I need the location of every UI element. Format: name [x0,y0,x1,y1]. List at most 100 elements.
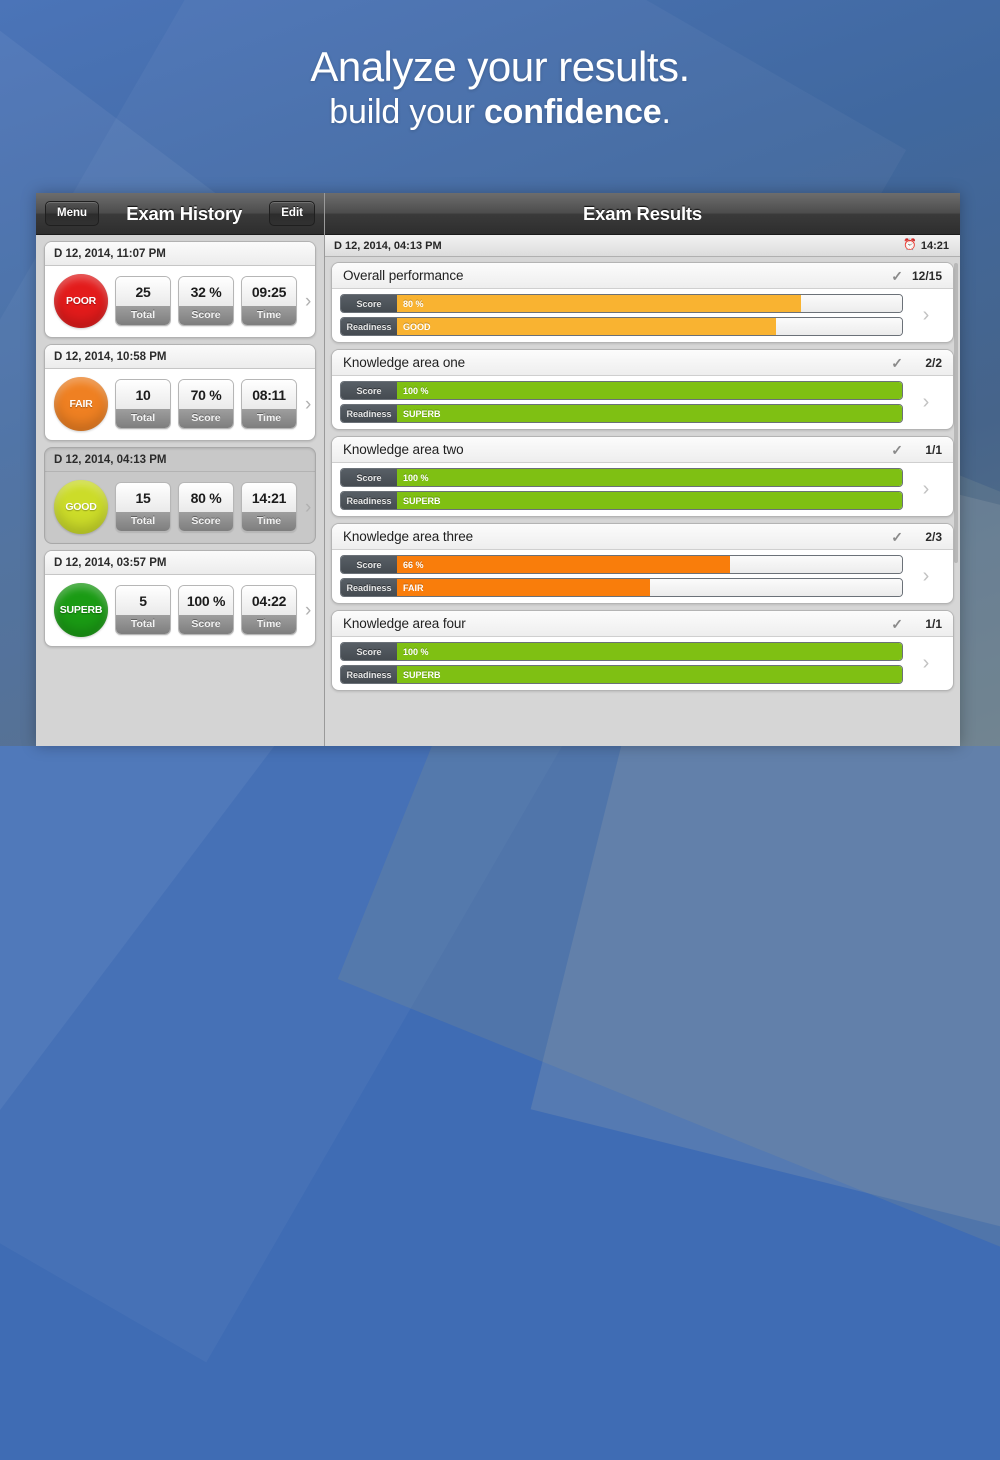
bar-label-score: Score [341,295,397,312]
exam-history-title: Exam History [126,202,243,224]
history-item[interactable]: D 12, 2014, 10:58 PM FAIR 10 Total 70 % Score… [44,344,316,441]
headline-line-2-end: . [661,93,671,132]
result-card[interactable]: Knowledge area three ✓ 2/3 Score 66 % Readine… [331,523,954,604]
chevron-right-icon[interactable]: › [903,653,949,673]
menu-button[interactable]: Menu [45,201,100,226]
stat-value-score: 80 % [179,483,233,512]
result-card-bars: Score 100 % Readiness SUPERB [340,642,903,684]
bar-readiness: Readiness FAIR [340,578,903,597]
result-card-header: Overall performance ✓ 12/15 [332,263,953,289]
bar-fill-score: 80 % [397,295,801,312]
bar-track-readiness: FAIR [397,579,902,596]
result-card-body: Score 100 % Readiness SUPERB › [332,463,953,516]
stat-box-total: 15 Total [115,482,171,532]
exam-history-list[interactable]: D 12, 2014, 11:07 PM POOR 25 Total 32 % Score… [36,235,324,746]
bar-value-readiness: SUPERB [403,495,441,506]
stat-box-total: 10 Total [115,379,171,429]
exam-results-title: Exam Results [583,202,702,224]
stat-label-total: Total [116,409,170,428]
bar-readiness: Readiness SUPERB [340,491,903,510]
check-icon: ✓ [891,267,903,284]
stat-value-time: 04:22 [242,586,296,615]
result-card-title: Knowledge area three [343,529,474,544]
result-card-count: 2/3 [925,529,942,544]
bar-label-readiness: Readiness [341,579,397,596]
bar-value-score: 100 % [403,385,429,396]
chevron-right-icon[interactable]: › [305,395,311,414]
bar-track-score: 66 % [397,556,902,573]
history-item-date: D 12, 2014, 03:57 PM [45,551,315,575]
result-card-bars: Score 66 % Readiness FAIR [340,555,903,597]
result-card[interactable]: Knowledge area two ✓ 1/1 Score 100 % Readines… [331,436,954,517]
history-item[interactable]: D 12, 2014, 03:57 PM SUPERB 5 Total 100 % Sco… [44,550,316,647]
bar-track-readiness: GOOD [397,318,902,335]
stat-label-total: Total [116,512,170,531]
stat-label-time: Time [242,306,296,325]
bar-label-score: Score [341,382,397,399]
grade-badge: FAIR [54,377,108,431]
bar-fill-readiness: SUPERB [397,405,902,422]
exam-results-list[interactable]: Overall performance ✓ 12/15 Score 80 % Readin… [325,257,960,746]
chevron-right-icon[interactable]: › [903,305,949,325]
stat-box-total: 5 Total [115,585,171,635]
result-card-bars: Score 80 % Readiness GOOD [340,294,903,336]
history-item-date: D 12, 2014, 11:07 PM [45,242,315,266]
bar-track-score: 80 % [397,295,902,312]
stat-box-time: 09:25 Time [241,276,297,326]
bar-fill-readiness: GOOD [397,318,776,335]
result-card-title: Knowledge area one [343,355,466,370]
stat-value-time: 09:25 [242,277,296,306]
stat-label-time: Time [242,409,296,428]
result-card[interactable]: Knowledge area one ✓ 2/2 Score 100 % Readines… [331,349,954,430]
bar-value-score: 100 % [403,472,429,483]
stat-box-score: 70 % Score [178,379,234,429]
stat-label-score: Score [179,409,233,428]
result-card-title: Knowledge area four [343,616,466,631]
result-card-meta: ✓ 1/1 [891,443,942,457]
history-item[interactable]: D 12, 2014, 11:07 PM POOR 25 Total 32 % Score… [44,241,316,338]
exam-results-navbar: Exam Results [325,193,960,235]
vertical-scrollbar[interactable] [954,263,958,563]
result-card-header: Knowledge area four ✓ 1/1 [332,611,953,637]
bar-value-readiness: SUPERB [403,669,441,680]
result-card-meta: ✓ 2/3 [891,530,942,544]
edit-button[interactable]: Edit [269,201,315,226]
chevron-right-icon[interactable]: › [305,601,311,620]
grade-badge: SUPERB [54,583,108,637]
result-card-body: Score 100 % Readiness SUPERB › [332,637,953,690]
history-item-body: GOOD 15 Total 80 % Score 14:21 Time › [45,472,315,543]
bar-label-score: Score [341,556,397,573]
chevron-right-icon[interactable]: › [903,479,949,499]
bar-value-score: 66 % [403,559,424,570]
stat-box-time: 04:22 Time [241,585,297,635]
stat-value-time: 14:21 [242,483,296,512]
history-item[interactable]: D 12, 2014, 04:13 PM GOOD 15 Total 80 % Score… [44,447,316,544]
result-card-header: Knowledge area three ✓ 2/3 [332,524,953,550]
bar-value-score: 80 % [403,298,424,309]
stat-value-score: 70 % [179,380,233,409]
stat-box-time: 08:11 Time [241,379,297,429]
stat-label-total: Total [116,306,170,325]
exam-duration: ⏰ 14:21 [903,240,949,252]
stat-box-total: 25 Total [115,276,171,326]
chevron-right-icon[interactable]: › [305,498,311,517]
bar-track-readiness: SUPERB [397,405,902,422]
history-item-body: FAIR 10 Total 70 % Score 08:11 Time › [45,369,315,440]
bar-fill-score: 100 % [397,643,902,660]
chevron-right-icon[interactable]: › [305,292,311,311]
result-card[interactable]: Overall performance ✓ 12/15 Score 80 % Readin… [331,262,954,343]
chevron-right-icon[interactable]: › [903,566,949,586]
chevron-right-icon[interactable]: › [903,392,949,412]
bar-fill-score: 100 % [397,382,902,399]
bar-fill-score: 66 % [397,556,731,573]
bar-label-readiness: Readiness [341,666,397,683]
result-card-meta: ✓ 2/2 [891,356,942,370]
promo-headline: Analyze your results. build your confide… [0,44,1000,134]
bar-label-readiness: Readiness [341,405,397,422]
bar-score: Score 80 % [340,294,903,313]
result-card[interactable]: Knowledge area four ✓ 1/1 Score 100 % Readine… [331,610,954,691]
stat-value-total: 10 [116,380,170,409]
bar-readiness: Readiness GOOD [340,317,903,336]
stat-box-score: 32 % Score [178,276,234,326]
headline-line-2-bold: confidence [483,93,662,132]
